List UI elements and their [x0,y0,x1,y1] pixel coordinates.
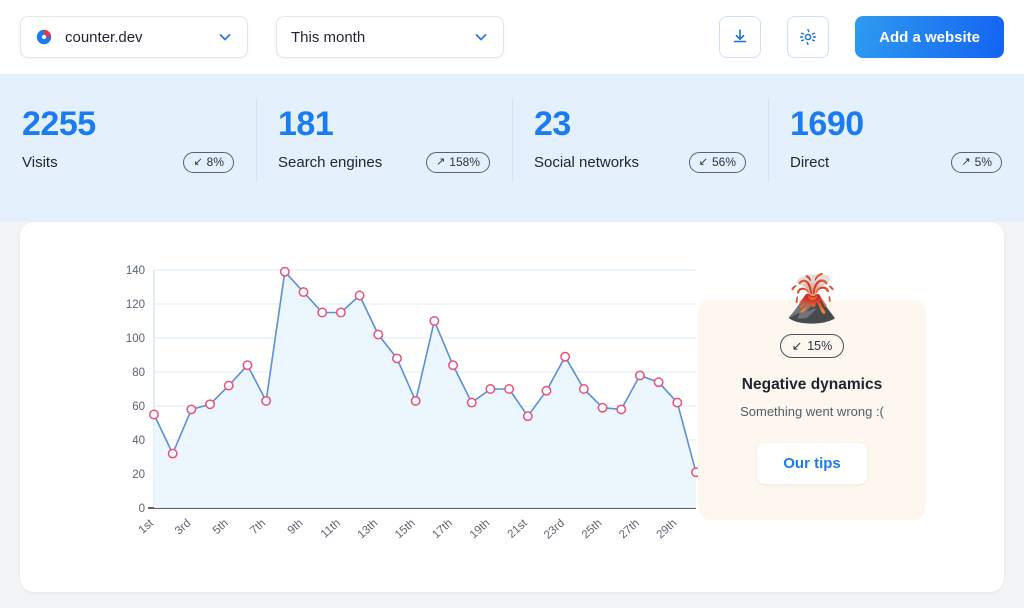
trend-down-icon: ↙ [193,155,203,168]
stat-visits: 2255 Visits ↙ 8% [0,104,256,173]
svg-text:3rd: 3rd [173,517,193,537]
dynamics-title: Negative dynamics [741,376,883,393]
dynamics-panel: 🌋 ↙ 15% Negative dynamics Something went… [698,272,926,520]
svg-text:19th: 19th [468,517,493,541]
stat-bottom-row: Search engines ↗ 158% [278,152,490,173]
stat-search-engines: 181 Search engines ↗ 158% [256,100,512,182]
add-website-button[interactable]: Add a website [855,16,1004,58]
dynamics-badge-text: 15% [807,338,833,353]
settings-button[interactable] [787,16,830,58]
badge-text: 158% [449,155,480,169]
status-badge: ↗ 158% [426,152,490,173]
svg-text:1st: 1st [137,517,157,537]
chart-card: 0 20 40 60 80 100 120 140 1st 3rd 5th 7th 9th 11th 13t… [20,222,1004,592]
trend-up-icon: ↗ [961,155,971,168]
chevron-down-icon [219,34,231,41]
badge-text: 5% [974,155,992,169]
svg-text:21st: 21st [506,517,531,541]
trend-down-icon: ↙ [791,339,803,353]
visits-line-chart: 0 20 40 60 80 100 120 140 1st 3rd 5th 7th 9th 11th 13t… [106,260,706,570]
stats-band: 2255 Visits ↙ 8% 181 Search engines ↗ 15… [0,74,1024,222]
status-badge: ↗ 5% [951,152,1002,173]
svg-text:7th: 7th [248,517,268,537]
stat-direct: 1690 Direct ↗ 5% [768,100,1024,182]
svg-text:27th: 27th [617,517,642,541]
svg-text:5th: 5th [211,517,231,537]
download-icon [733,29,747,43]
svg-text:23rd: 23rd [542,517,567,541]
svg-text:20: 20 [132,469,145,481]
stat-label: Direct [790,154,830,171]
stat-label: Search engines [278,154,383,171]
status-badge: ↙ 8% [183,152,234,173]
site-selector[interactable]: counter.dev [20,16,248,58]
svg-text:0: 0 [139,503,145,515]
download-button[interactable] [719,16,762,58]
svg-text:100: 100 [126,333,145,345]
svg-text:60: 60 [132,401,145,413]
svg-text:9th: 9th [286,517,306,537]
stat-social-networks: 23 Social networks ↙ 56% [512,100,768,182]
app-header: counter.dev This month Add a website [0,0,1024,74]
our-tips-button[interactable]: Our tips [757,443,867,484]
svg-text:25th: 25th [580,517,605,541]
gear-icon [800,28,817,46]
badge-text: 8% [206,155,224,169]
svg-text:13th: 13th [356,517,381,541]
stat-value: 1690 [790,105,864,143]
period-selector-label: This month [291,28,366,46]
stat-bottom-row: Visits ↙ 8% [22,152,234,173]
stat-label: Social networks [534,154,640,171]
status-badge: ↙ 56% [688,152,746,173]
trend-up-icon: ↗ [436,155,446,168]
stat-bottom-row: Social networks ↙ 56% [534,152,746,173]
stat-label: Visits [22,154,58,171]
svg-text:17th: 17th [430,517,455,541]
dynamics-badge: ↙ 15% [779,334,845,358]
svg-text:120: 120 [126,299,145,311]
trend-down-icon: ↙ [698,155,708,168]
svg-text:80: 80 [132,367,145,379]
svg-text:15th: 15th [393,517,418,541]
period-selector[interactable]: This month [276,16,504,58]
badge-text: 56% [711,155,736,169]
volcano-icon: 🌋 [783,272,841,324]
stat-value: 2255 [22,105,96,143]
svg-text:140: 140 [126,265,145,277]
svg-text:29th: 29th [655,517,680,541]
stat-value: 23 [534,105,571,143]
pie-logo-icon [36,29,52,45]
chart-svg: 0 20 40 60 80 100 120 140 1st 3rd 5th 7th 9th 11th 13t… [126,265,701,542]
svg-text:40: 40 [132,435,145,447]
card-wrapper: 0 20 40 60 80 100 120 140 1st 3rd 5th 7th 9th 11th 13t… [0,222,1024,592]
svg-text:11th: 11th [319,517,343,540]
dynamics-subtitle: Something went wrong :( [740,404,884,419]
site-selector-label: counter.dev [65,28,143,46]
stat-value: 181 [278,105,334,143]
chevron-down-icon [475,34,487,41]
stat-bottom-row: Direct ↗ 5% [790,152,1002,173]
